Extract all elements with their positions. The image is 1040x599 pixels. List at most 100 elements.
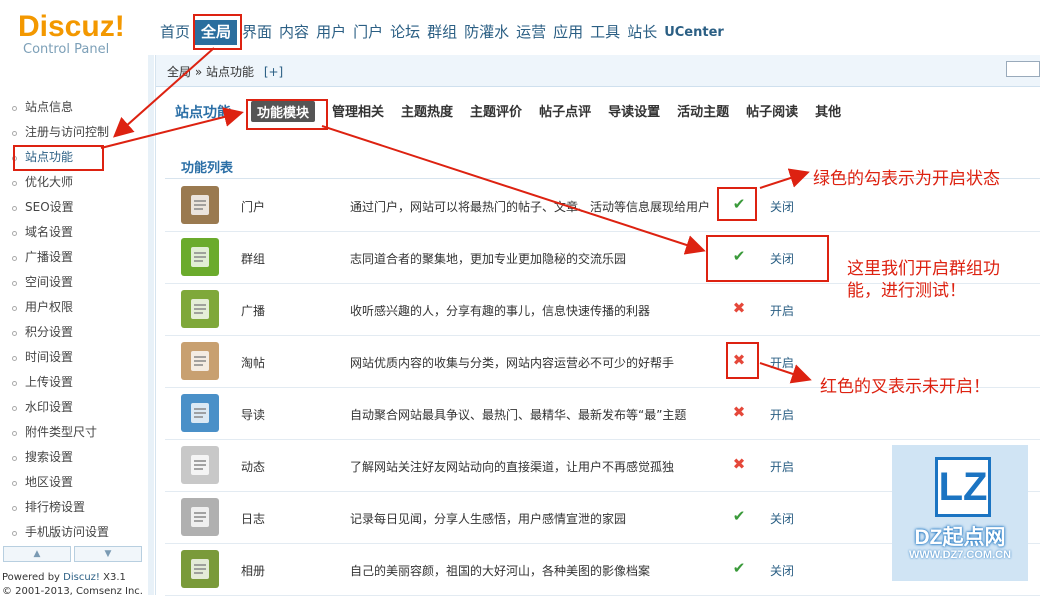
powered-prefix: Powered by <box>2 572 64 583</box>
sub-tabs: 功能模块 管理相关 主题热度 主题评价 帖子点评 导读设置 活动主题 帖子阅读 其他 <box>251 101 858 122</box>
watermark-url: WWW.DZ7.COM.CN <box>908 549 1012 561</box>
sidebar-item[interactable]: 空间设置 <box>0 270 109 295</box>
feature-name: 导读 <box>241 408 266 422</box>
sidebar-item[interactable]: 地区设置 <box>0 470 109 495</box>
tab-item[interactable]: 帖子阅读 <box>746 101 798 122</box>
album-icon <box>181 550 219 588</box>
powered-version: X3.1 <box>99 572 126 583</box>
top-nav-item[interactable]: 应用 <box>551 20 585 45</box>
feature-name: 日志 <box>241 512 266 526</box>
sidebar-item[interactable]: 附件类型尺寸 <box>0 420 109 445</box>
enable-button[interactable]: 开启 <box>770 354 794 371</box>
tab-item[interactable]: 主题评价 <box>470 101 522 122</box>
breadcrumb: 全局 » 站点功能 [+] <box>167 63 283 80</box>
tab-item[interactable]: 其他 <box>815 101 841 122</box>
feature-description: 自己的美丽容颜，祖国的大好河山，各种美图的影像档案 <box>350 564 651 578</box>
feature-name: 群组 <box>241 252 266 266</box>
sidebar-item[interactable]: 排行榜设置 <box>0 495 109 520</box>
top-nav-item[interactable]: 工具 <box>588 20 622 45</box>
enable-button[interactable]: 开启 <box>770 302 794 319</box>
annotation-box-module-tab <box>246 99 328 130</box>
portal-icon <box>181 186 219 224</box>
cross-icon: ✖ <box>732 403 746 421</box>
disable-button[interactable]: 关闭 <box>770 562 794 579</box>
top-nav-item[interactable]: 群组 <box>425 20 459 45</box>
top-nav-item[interactable]: 门户 <box>351 20 385 45</box>
feature-name: 淘帖 <box>241 356 266 370</box>
sidebar-item[interactable]: 域名设置 <box>0 220 109 245</box>
sidebar-item[interactable]: 水印设置 <box>0 395 109 420</box>
feature-name: 相册 <box>241 564 266 578</box>
feature-name: 广播 <box>241 304 266 318</box>
guide-icon <box>181 394 219 432</box>
top-nav-item[interactable]: 界面 <box>240 20 274 45</box>
powered-name[interactable]: Discuz! <box>63 572 100 583</box>
feature-description: 通过门户，网站可以将最热门的帖子、文章、活动等信息展现给用户 <box>350 200 711 214</box>
feed-icon <box>181 446 219 484</box>
watermark-logo: LZ DZ起点网 WWW.DZ7.COM.CN <box>892 445 1028 581</box>
top-nav-item[interactable]: 用户 <box>314 20 348 45</box>
annotation-group-note: 这里我们开启群组功能，进行测试！ <box>847 259 1000 301</box>
breadcrumb-bar: 全局 » 站点功能 [+] <box>155 55 1040 87</box>
tab-item[interactable]: 帖子点评 <box>539 101 591 122</box>
tab-item[interactable]: 导读设置 <box>608 101 660 122</box>
sidebar-item[interactable]: 积分设置 <box>0 320 109 345</box>
top-nav-item[interactable]: UCenter <box>662 20 726 45</box>
check-icon: ✔ <box>732 507 746 525</box>
annotation-green-note: 绿色的勾表示为开启状态 <box>813 169 1000 189</box>
breadcrumb-text: 全局 » 站点功能 <box>167 65 254 79</box>
sidebar-item[interactable]: 搜索设置 <box>0 445 109 470</box>
annotation-box-group-row <box>706 235 829 282</box>
sidebar-item[interactable]: 时间设置 <box>0 345 109 370</box>
scroll-down-button[interactable]: ▼ <box>74 546 142 562</box>
breadcrumb-expand-button[interactable]: [+] <box>264 65 283 79</box>
tab-item[interactable]: 活动主题 <box>677 101 729 122</box>
sidebar-item[interactable]: SEO设置 <box>0 195 109 220</box>
feature-name: 门户 <box>241 200 266 214</box>
annotation-box-cross <box>726 342 759 379</box>
logo[interactable]: Discuz! Control Panel <box>18 12 125 58</box>
blog-icon <box>181 498 219 536</box>
annotation-box-global <box>193 14 242 50</box>
feature-description: 自动聚合网站最具争议、最热门、最精华、最新发布等“最”主题 <box>350 408 687 422</box>
top-nav-item[interactable]: 防灌水 <box>462 20 511 45</box>
sidebar-item[interactable]: 注册与访问控制 <box>0 120 109 145</box>
top-nav-item[interactable]: 运营 <box>514 20 548 45</box>
sidebar-item[interactable]: 广播设置 <box>0 245 109 270</box>
page-title: 站点功能 <box>175 104 231 121</box>
annotation-red-note: 红色的叉表示未开启！ <box>820 377 990 397</box>
watermark-badge: LZ <box>935 457 991 517</box>
sidebar-item[interactable]: 手机版访问设置 <box>0 520 109 545</box>
logo-brand: Discuz! <box>18 10 125 43</box>
top-nav-item[interactable]: 首页 <box>158 20 192 45</box>
top-nav-item[interactable]: 论坛 <box>388 20 422 45</box>
sidebar-item[interactable]: 上传设置 <box>0 370 109 395</box>
feature-description: 网站优质内容的收集与分类，网站内容运营必不可少的好帮手 <box>350 356 675 370</box>
tab-item[interactable]: 管理相关 <box>332 101 384 122</box>
annotation-box-check <box>717 187 757 221</box>
check-icon: ✔ <box>732 559 746 577</box>
top-nav: 首页 全局 界面 内容 用户 门户 论坛 群组 防灌水 运营 应用 工具 站长 UCenter <box>158 20 729 45</box>
annotation-box-site-function <box>13 145 104 171</box>
enable-button[interactable]: 开启 <box>770 406 794 423</box>
tab-item[interactable]: 主题热度 <box>401 101 453 122</box>
sidebar-item[interactable]: 用户权限 <box>0 295 109 320</box>
feature-name: 动态 <box>241 460 266 474</box>
sidebar-scroll: ▲ ▼ <box>3 546 142 562</box>
feature-description: 记录每日见闻，分享人生感悟，用户感情宣泄的家园 <box>350 512 627 526</box>
enable-button[interactable]: 开启 <box>770 458 794 475</box>
sidebar: 站点信息 注册与访问控制 站点功能 优化大师 SEO设置 域名设置 广播设置 空间设置 用户权限… <box>0 55 156 597</box>
feature-description: 收听感兴趣的人，分享有趣的事儿，信息快速传播的利器 <box>350 304 651 318</box>
cross-icon: ✖ <box>732 299 746 317</box>
sidebar-item[interactable]: 站点信息 <box>0 95 109 120</box>
top-nav-item[interactable]: 内容 <box>277 20 311 45</box>
top-nav-item[interactable]: 站长 <box>625 20 659 45</box>
copyright: © 2001-2013, Comsenz Inc. <box>2 586 143 597</box>
header: Discuz! Control Panel 首页 全局 界面 内容 用户 门户 论坛 群组 防灌… <box>0 0 1040 58</box>
disable-button[interactable]: 关闭 <box>770 198 794 215</box>
search-input[interactable] <box>1006 61 1040 77</box>
scroll-up-button[interactable]: ▲ <box>3 546 71 562</box>
sidebar-item[interactable]: 优化大师 <box>0 170 109 195</box>
group-icon <box>181 238 219 276</box>
disable-button[interactable]: 关闭 <box>770 510 794 527</box>
